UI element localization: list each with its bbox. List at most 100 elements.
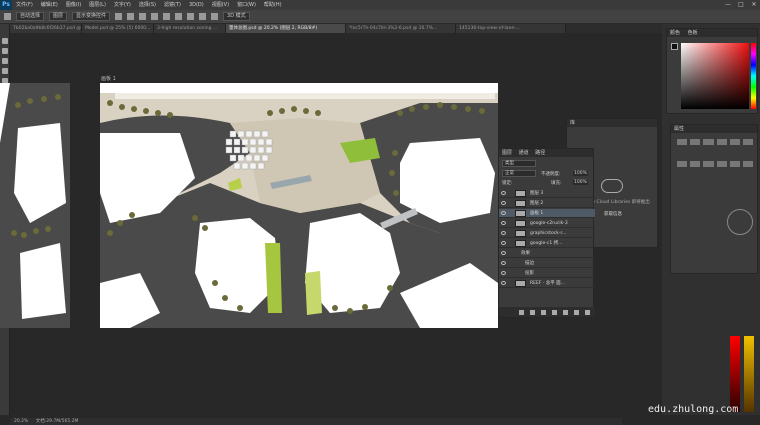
delete-layer-icon[interactable]: [585, 309, 590, 315]
layer-row[interactable]: google-c1 拷...: [499, 239, 595, 248]
document-tab[interactable]: Model.psd @ 25% (5) 6000...: [82, 24, 154, 33]
visibility-eye-icon[interactable]: [501, 241, 506, 245]
visibility-eye-icon[interactable]: [501, 221, 506, 225]
opacity-input[interactable]: 100%: [573, 171, 588, 176]
document-tab[interactable]: 3-high resolution zoning ...: [154, 24, 226, 33]
document-tab[interactable]: *Inc5rTh-04c7IH-3%2-6.psd @ 16.7%...: [346, 24, 456, 33]
blend-mode-dropdown[interactable]: 正常: [502, 170, 536, 177]
layer-row-selected[interactable]: 画板 1: [499, 209, 595, 218]
curves-icon[interactable]: [703, 139, 714, 145]
layer-row[interactable]: 图层 3: [499, 189, 595, 198]
layer-kind-filter[interactable]: 类型: [502, 160, 536, 167]
document-tab-active[interactable]: 量体总图.psd @ 20.2% (图层 2, RGB/8#): [226, 24, 346, 33]
visibility-eye-icon[interactable]: [501, 211, 506, 215]
black-white-icon[interactable]: [690, 160, 701, 167]
move-tool-icon[interactable]: [2, 38, 8, 44]
fill-input[interactable]: 100%: [573, 180, 588, 185]
group-icon[interactable]: [563, 309, 568, 315]
visibility-eye-icon[interactable]: [501, 191, 506, 195]
close-button[interactable]: ✕: [748, 0, 760, 10]
layer-row[interactable]: REEF · 总平 面...: [499, 279, 595, 288]
gradient-swatch-1[interactable]: [730, 336, 740, 412]
menu-edit[interactable]: 编辑(E): [37, 0, 62, 10]
auto-select-target-dropdown[interactable]: 图层: [49, 12, 68, 21]
visibility-eye-icon[interactable]: [501, 231, 506, 235]
brightness-icon[interactable]: [677, 139, 688, 145]
channel-mixer-icon[interactable]: [716, 160, 727, 167]
photo-filter-icon[interactable]: [703, 160, 714, 167]
gradient-swatch-2[interactable]: [744, 336, 754, 412]
align-right-icon[interactable]: [175, 13, 183, 20]
levels-icon[interactable]: [690, 139, 701, 145]
mask-icon[interactable]: [541, 309, 546, 315]
paths-tab[interactable]: 路径: [535, 150, 545, 156]
visibility-eye-icon[interactable]: [501, 271, 506, 275]
minimize-button[interactable]: —: [722, 0, 734, 10]
color-tab[interactable]: 颜色: [670, 30, 680, 36]
menu-3d[interactable]: 3D(D): [185, 0, 208, 10]
menu-layer[interactable]: 图层(L): [85, 0, 110, 10]
new-layer-icon[interactable]: [574, 309, 579, 315]
lasso-tool-icon[interactable]: [2, 58, 8, 64]
layer-effect-row[interactable]: 投影: [499, 269, 595, 278]
menu-view[interactable]: 视图(V): [208, 0, 233, 10]
visibility-eye-icon[interactable]: [501, 201, 506, 205]
hue-slider[interactable]: [751, 43, 756, 109]
document-tab[interactable]: 145136-top-view-of-lane-...: [456, 24, 566, 33]
distribute-bottom-icon[interactable]: [211, 13, 219, 20]
swatches-tab[interactable]: 色板: [688, 30, 698, 36]
menu-type[interactable]: 文字(Y): [110, 0, 135, 10]
menu-filter[interactable]: 滤镜(T): [160, 0, 185, 10]
color-balance-icon[interactable]: [677, 160, 688, 167]
align-hcenter-icon[interactable]: [163, 13, 171, 20]
layer-effect-row[interactable]: 描边: [499, 259, 595, 268]
main-artboard[interactable]: [100, 83, 498, 328]
move-tool-icon[interactable]: [4, 13, 11, 20]
auto-select-checkbox[interactable]: 自动选择: [16, 12, 45, 21]
get-info-button[interactable]: 获取信息: [595, 211, 631, 219]
angle-dial-icon[interactable]: [727, 209, 753, 235]
align-top-icon[interactable]: [115, 13, 123, 20]
zoom-level[interactable]: 20.2%: [14, 419, 28, 424]
fx-icon[interactable]: [530, 309, 535, 315]
distribute-vcenter-icon[interactable]: [199, 13, 207, 20]
menu-select[interactable]: 选择(S): [135, 0, 160, 10]
align-vcenter-icon[interactable]: [127, 13, 135, 20]
color-lookup-icon[interactable]: [729, 160, 740, 167]
invert-icon[interactable]: [742, 160, 753, 167]
vibrance-icon[interactable]: [729, 139, 740, 145]
layer-thumbnail: [515, 220, 526, 227]
layer-row[interactable]: graphicstock-r...: [499, 229, 595, 238]
layer-thumbnail: [515, 210, 526, 217]
align-bottom-icon[interactable]: [139, 13, 147, 20]
right-panel-dock: 颜色 色板 属性: [662, 24, 760, 415]
align-left-icon[interactable]: [151, 13, 159, 20]
artboard-label[interactable]: 画板 1: [101, 75, 116, 82]
layer-row[interactable]: google-c2ruclk-3: [499, 219, 595, 228]
quick-select-tool-icon[interactable]: [2, 68, 8, 74]
maximize-button[interactable]: □: [735, 0, 747, 10]
visibility-eye-icon[interactable]: [501, 251, 506, 255]
menu-image[interactable]: 图像(I): [62, 0, 85, 10]
layers-tab[interactable]: 图层: [502, 150, 512, 156]
document-tab[interactable]: 7b02ba0a9b8c6f26b37.psd @ 100%...: [10, 24, 82, 33]
menu-file[interactable]: 文件(F): [12, 0, 37, 10]
secondary-artboard[interactable]: [0, 83, 70, 328]
layer-row[interactable]: 图层 2: [499, 199, 595, 208]
hue-saturation-icon[interactable]: [742, 139, 753, 145]
layer-effect-row[interactable]: 效果: [499, 249, 595, 258]
menu-help[interactable]: 帮助(H): [260, 0, 286, 10]
foreground-swatch[interactable]: [671, 43, 678, 50]
show-transform-controls-checkbox[interactable]: 显示变换控件: [72, 12, 111, 21]
visibility-eye-icon[interactable]: [501, 281, 506, 285]
adjustments-panel: 属性: [670, 124, 758, 274]
marquee-tool-icon[interactable]: [2, 48, 8, 54]
distribute-top-icon[interactable]: [187, 13, 195, 20]
exposure-icon[interactable]: [716, 139, 727, 145]
link-layers-icon[interactable]: [519, 309, 524, 315]
color-picker-field[interactable]: [681, 43, 749, 109]
adjustment-layer-icon[interactable]: [552, 309, 557, 315]
visibility-eye-icon[interactable]: [501, 261, 506, 265]
channels-tab[interactable]: 通道: [519, 150, 529, 156]
menu-window[interactable]: 窗口(W): [233, 0, 260, 10]
